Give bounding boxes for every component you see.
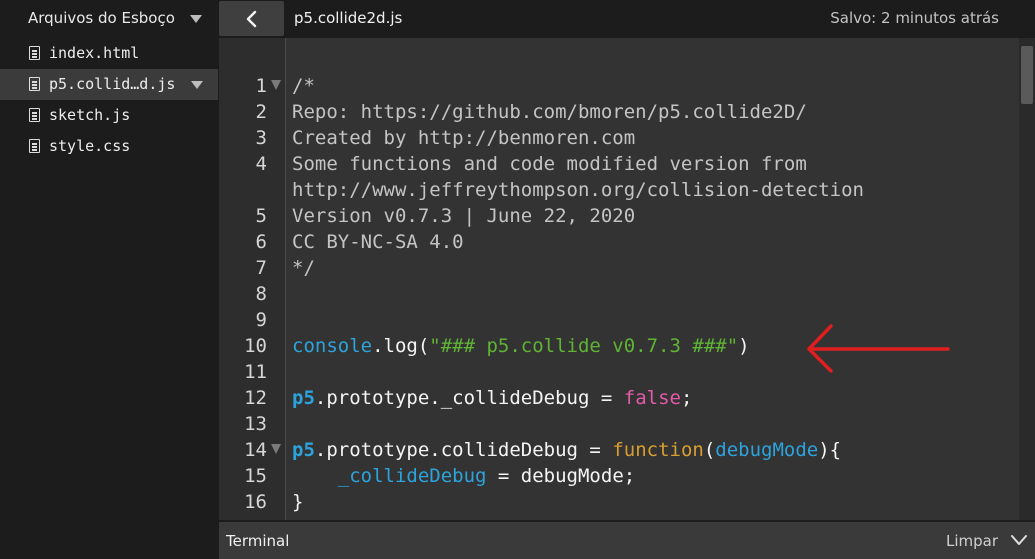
line-number: 2 bbox=[255, 101, 267, 123]
file-label: p5.collid…d.js bbox=[49, 75, 176, 93]
code-token: _collideDebug bbox=[337, 465, 487, 487]
file-item-style-css[interactable]: style.css bbox=[0, 131, 218, 162]
chevron-down-icon[interactable] bbox=[190, 15, 202, 23]
code-editor[interactable]: 1 2 3 4 5 6 7 8 9 10 11 12 13 14 15 16 /… bbox=[219, 38, 1035, 520]
file-label: style.css bbox=[49, 137, 131, 155]
line-number: 5 bbox=[255, 205, 267, 227]
line-number: 14 bbox=[244, 439, 267, 461]
line-number: 8 bbox=[255, 283, 267, 305]
code-line: CC BY-NC-SA 4.0 bbox=[292, 231, 464, 253]
code-line: Created by http://benmoren.com bbox=[292, 127, 636, 149]
code-token: function bbox=[612, 439, 704, 461]
file-item-sketch-js[interactable]: sketch.js bbox=[0, 100, 218, 131]
file-icon bbox=[29, 139, 40, 153]
file-item-index-html[interactable]: index.html bbox=[0, 38, 218, 69]
line-number: 7 bbox=[255, 257, 267, 279]
line-number: 12 bbox=[244, 387, 267, 409]
line-number: 13 bbox=[244, 413, 267, 435]
line-number: 15 bbox=[244, 465, 267, 487]
fold-toggle-icon[interactable] bbox=[271, 80, 281, 90]
code-token: ){ bbox=[818, 439, 842, 461]
save-status: Salvo: 2 minutos atrás bbox=[830, 9, 999, 27]
file-label: sketch.js bbox=[49, 106, 131, 124]
collapse-sidebar-button[interactable] bbox=[219, 1, 284, 36]
code-token: ) bbox=[738, 335, 750, 357]
line-number: 9 bbox=[255, 309, 267, 331]
line-number: 16 bbox=[244, 491, 267, 513]
line-number: 11 bbox=[244, 361, 267, 383]
file-list: index.html p5.collid…d.js sketch.js styl… bbox=[0, 38, 218, 162]
file-sidebar: Arquivos do Esboço index.html p5.collid…… bbox=[0, 0, 218, 559]
clear-console-button[interactable]: Limpar bbox=[946, 532, 998, 550]
line-number: 3 bbox=[255, 127, 267, 149]
code-token: debugMode bbox=[715, 439, 819, 461]
code-token: console bbox=[292, 335, 373, 357]
fold-toggle-icon[interactable] bbox=[271, 444, 281, 454]
annotation-arrow-icon bbox=[807, 324, 950, 373]
file-icon bbox=[29, 108, 40, 122]
code-token: false bbox=[623, 387, 681, 409]
code-token: ; bbox=[680, 387, 693, 409]
code-token: = debugMode; bbox=[486, 465, 636, 487]
editor-scrollbar[interactable] bbox=[1019, 38, 1035, 520]
code-line: p5.prototype._collideDebug = false; bbox=[292, 387, 692, 409]
code-line: http://www.jeffreythompson.org/collision… bbox=[292, 179, 864, 201]
code-token: p5 bbox=[292, 387, 315, 409]
code-line: /* bbox=[292, 75, 315, 97]
scrollbar-thumb[interactable] bbox=[1021, 46, 1033, 104]
code-text-area[interactable]: /* Repo: https://github.com/bmoren/p5.co… bbox=[285, 38, 1019, 520]
chevron-left-icon bbox=[246, 10, 256, 27]
code-line: p5.prototype.collideDebug = function(deb… bbox=[292, 439, 841, 461]
code-line: _collideDebug = debugMode; bbox=[292, 465, 635, 487]
code-token: .prototype._collideDebug = bbox=[314, 387, 624, 409]
file-icon bbox=[29, 77, 40, 91]
code-token: p5 bbox=[292, 439, 315, 461]
code-token: ( bbox=[703, 439, 716, 461]
chevron-down-icon[interactable] bbox=[191, 81, 203, 89]
line-number: 6 bbox=[255, 231, 267, 253]
line-number-gutter: 1 2 3 4 5 6 7 8 9 10 11 12 13 14 15 16 bbox=[219, 38, 285, 520]
code-token: .log( bbox=[372, 335, 430, 357]
terminal-panel-bar[interactable]: Terminal Limpar bbox=[219, 522, 1035, 559]
code-line: } bbox=[292, 491, 304, 513]
chevron-down-icon[interactable] bbox=[1010, 534, 1028, 546]
code-token-string: "### p5.collide v0.7.3 ###" bbox=[429, 335, 739, 357]
sidebar-header[interactable]: Arquivos do Esboço bbox=[0, 0, 218, 38]
line-number: 1 bbox=[255, 75, 267, 97]
code-line: Some functions and code modified version… bbox=[292, 153, 807, 175]
line-number: 10 bbox=[244, 335, 267, 357]
code-line: Version v0.7.3 | June 22, 2020 bbox=[292, 205, 636, 227]
open-file-name: p5.collide2d.js bbox=[294, 9, 403, 27]
sidebar-title[interactable]: Arquivos do Esboço bbox=[28, 9, 188, 27]
code-line: Repo: https://github.com/bmoren/p5.colli… bbox=[292, 101, 807, 123]
code-line: */ bbox=[292, 257, 315, 279]
file-icon bbox=[29, 46, 40, 60]
line-number: 4 bbox=[255, 153, 267, 175]
terminal-title: Terminal bbox=[226, 532, 290, 550]
code-line-console-log: console.log("### p5.collide v0.7.3 ###") bbox=[292, 335, 750, 357]
code-token: .prototype.collideDebug = bbox=[314, 439, 613, 461]
file-label: index.html bbox=[49, 44, 140, 62]
file-item-p5-collide2d-js[interactable]: p5.collid…d.js bbox=[0, 69, 218, 100]
